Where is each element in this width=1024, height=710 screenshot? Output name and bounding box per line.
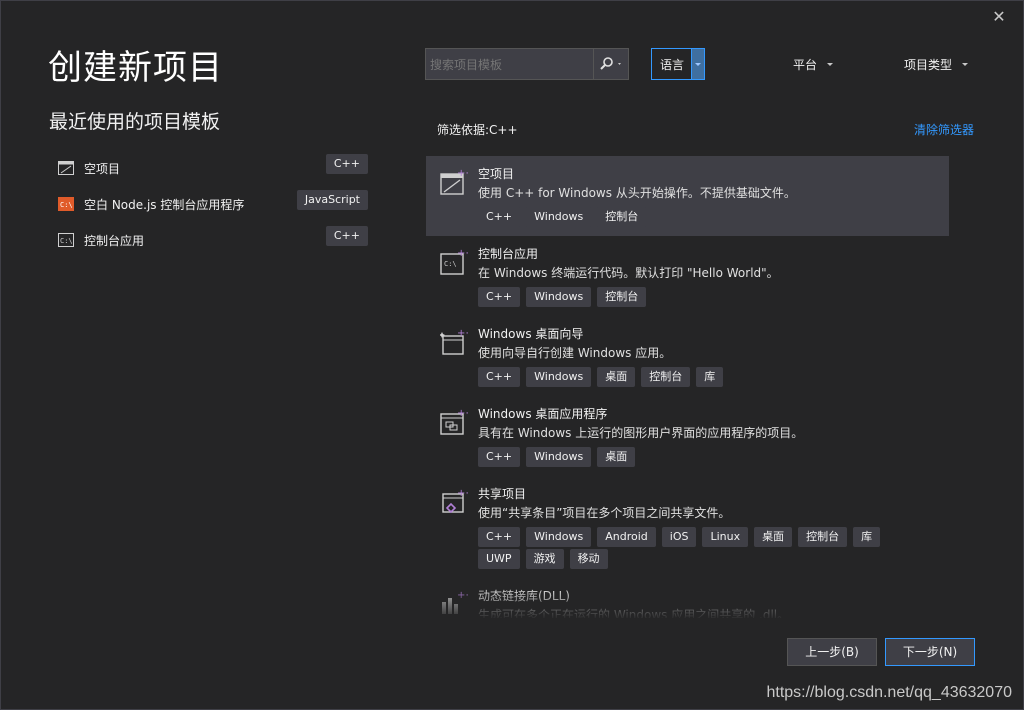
close-icon[interactable]: ✕: [990, 8, 1008, 26]
search-input[interactable]: [426, 49, 600, 81]
template-list: ++ 空项目 使用 C++ for Windows 从头开始操作。不提供基础文件…: [426, 156, 949, 618]
tag: 桌面: [754, 527, 793, 547]
tag: 控制台: [798, 527, 848, 547]
tag: 库: [853, 527, 881, 547]
tag: C++: [478, 207, 521, 227]
svg-text:C:\: C:\: [60, 237, 73, 245]
tag: Windows: [526, 367, 592, 387]
tag: C++: [478, 287, 521, 307]
svg-text:++: ++: [457, 590, 468, 601]
template-description: 使用 C++ for Windows 从头开始操作。不提供基础文件。: [478, 186, 796, 200]
clear-filter-link[interactable]: 清除筛选器: [914, 121, 974, 138]
svg-text:++: ++: [457, 328, 468, 339]
watermark: https://blog.csdn.net/qq_43632070: [766, 684, 1012, 701]
tag: Windows: [526, 287, 592, 307]
tag: Windows: [526, 527, 592, 547]
template-description: 具有在 Windows 上运行的图形用户界面的应用程序的项目。: [478, 426, 804, 440]
desktop-wizard-icon: ++: [440, 328, 468, 355]
svg-text:++: ++: [457, 408, 468, 419]
tag: Linux: [702, 527, 749, 547]
language-dropdown-label: 语言: [660, 57, 685, 72]
tag: 桌面: [597, 367, 636, 387]
template-tags: UWP 游戏 移动: [478, 549, 614, 569]
template-item-console-app[interactable]: C:\++ 控制台应用 在 Windows 终端运行代码。默认打印 "Hello…: [426, 236, 949, 316]
language-dropdown[interactable]: 语言: [651, 48, 705, 80]
recent-item-tag: C++: [325, 154, 368, 174]
template-name: Windows 桌面向导: [478, 327, 584, 341]
template-name: 空项目: [478, 167, 515, 181]
template-tags: C++ Windows 桌面 控制台库: [478, 367, 729, 387]
tag: C++: [478, 527, 521, 547]
chevron-down-icon: [962, 62, 969, 66]
project-type-dropdown-label: 项目类型: [904, 57, 953, 72]
template-name: 动态链接库(DLL): [478, 589, 570, 603]
empty-project-icon: [58, 161, 74, 175]
tag: Windows: [526, 207, 592, 227]
template-description: 使用“共享条目”项目在多个项目之间共享文件。: [478, 506, 731, 520]
tag: 桌面: [597, 447, 636, 467]
template-description: 使用向导自行创建 Windows 应用。: [478, 346, 672, 360]
template-item-desktop-app[interactable]: ++ Windows 桌面应用程序 具有在 Windows 上运行的图形用户界面…: [426, 396, 949, 476]
node-console-icon: C:\: [58, 197, 74, 211]
recent-item-label: 控制台应用: [84, 233, 145, 248]
svg-text:++: ++: [457, 168, 468, 179]
recent-item-console-app[interactable]: C:\ 控制台应用 C++: [58, 222, 368, 258]
template-tags: C++ Windows Android iOS Linux 桌面 控制台库: [478, 527, 886, 547]
recent-item-tag: JavaScript: [296, 190, 368, 210]
tag: 移动: [569, 549, 608, 569]
svg-text:C:\: C:\: [444, 260, 457, 268]
chevron-down-icon: [827, 62, 834, 66]
template-name: Windows 桌面应用程序: [478, 407, 608, 421]
template-item-empty-project[interactable]: ++ 空项目 使用 C++ for Windows 从头开始操作。不提供基础文件…: [426, 156, 949, 236]
recent-item-tag: C++: [325, 226, 368, 246]
tag: 控制台: [597, 287, 647, 307]
console-app-icon: C:\: [58, 233, 74, 247]
recent-item-label: 空白 Node.js 控制台应用程序: [84, 197, 245, 212]
tag: iOS: [661, 527, 697, 547]
recent-item-node-console[interactable]: C:\ 空白 Node.js 控制台应用程序 JavaScript: [58, 186, 368, 222]
search-icon: [600, 57, 621, 70]
template-item-shared-project[interactable]: ++ 共享项目 使用“共享条目”项目在多个项目之间共享文件。 C++Window…: [426, 476, 949, 578]
chevron-down-icon[interactable]: [691, 49, 704, 79]
tag: UWP: [478, 549, 520, 569]
next-button[interactable]: 下一步(N): [885, 638, 975, 666]
search-button[interactable]: [593, 49, 628, 79]
template-description: 生成可在多个正在运行的 Windows 应用之间共享的 .dll。: [478, 608, 790, 618]
page-title: 创建新项目: [48, 48, 223, 88]
desktop-app-icon: ++: [440, 408, 468, 435]
tag: 控制台: [641, 367, 691, 387]
empty-project-icon: ++: [440, 168, 468, 195]
tag: C++: [478, 367, 521, 387]
template-name: 控制台应用: [478, 247, 539, 261]
dll-icon: ++: [442, 590, 468, 614]
tag: 控制台: [597, 207, 647, 227]
recent-templates-title: 最近使用的项目模板: [49, 111, 221, 133]
svg-text:++: ++: [457, 248, 468, 259]
recent-templates-list: 空项目 C++ C:\ 空白 Node.js 控制台应用程序 JavaScrip…: [58, 150, 368, 258]
template-name: 共享项目: [478, 487, 527, 501]
filter-label: 筛选依据:C++: [437, 123, 518, 137]
recent-item-empty-project[interactable]: 空项目 C++: [58, 150, 368, 186]
recent-item-label: 空项目: [84, 161, 121, 176]
template-item-desktop-wizard[interactable]: ++ Windows 桌面向导 使用向导自行创建 Windows 应用。 C++…: [426, 316, 949, 396]
shared-project-icon: ++: [442, 488, 468, 514]
tag: C++: [478, 447, 521, 467]
svg-text:C:\: C:\: [60, 201, 73, 209]
template-tags: C++ Windows 桌面: [478, 447, 641, 467]
tag: Windows: [526, 447, 592, 467]
search-box: [425, 48, 629, 81]
template-description: 在 Windows 终端运行代码。默认打印 "Hello World"。: [478, 266, 779, 280]
console-app-icon: C:\++: [440, 248, 468, 275]
platform-dropdown[interactable]: 平台: [793, 48, 834, 80]
back-button[interactable]: 上一步(B): [787, 638, 877, 666]
tag: 游戏: [525, 549, 564, 569]
template-item-dll[interactable]: ++ 动态链接库(DLL) 生成可在多个正在运行的 Windows 应用之间共享…: [426, 578, 949, 618]
project-type-dropdown[interactable]: 项目类型: [904, 48, 969, 80]
tag: 库: [696, 367, 724, 387]
svg-text:++: ++: [457, 488, 468, 499]
tag: Android: [597, 527, 656, 547]
template-tags: C++ Windows 控制台: [478, 287, 652, 307]
platform-dropdown-label: 平台: [793, 57, 818, 72]
template-tags: C++ Windows 控制台: [478, 207, 652, 227]
